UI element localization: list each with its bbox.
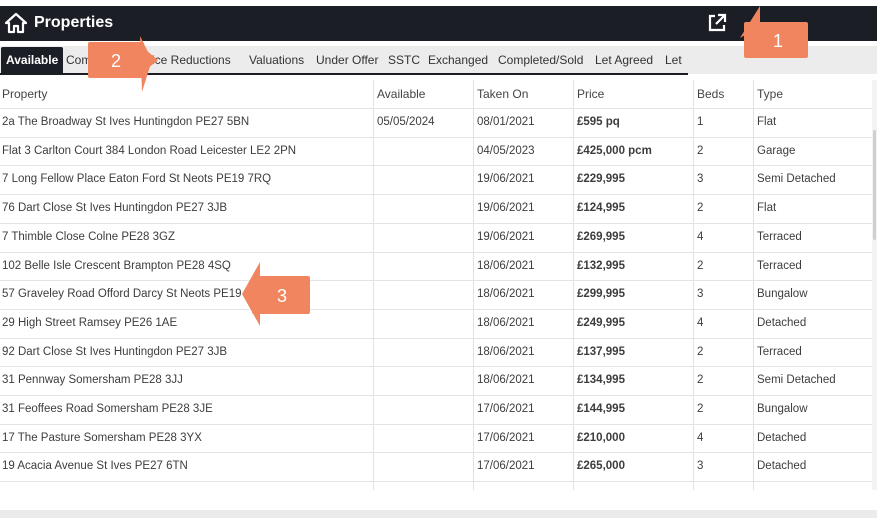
cell-property: 31 Pennway Somersham PE28 3JJ (2, 374, 183, 387)
cell-property: 2a The Broadway St Ives Huntingdon PE27 … (2, 116, 250, 128)
cell-price: £229,995 (577, 173, 625, 186)
tab-completed-sold[interactable]: Completed/Sold (498, 47, 583, 73)
column-header-available[interactable]: Available (377, 80, 425, 108)
cell-price: £132,995 (577, 259, 625, 272)
cell-price: £144,995 (577, 403, 625, 415)
cell-price: £299,995 (577, 288, 625, 301)
cell-beds: 4 (697, 316, 704, 329)
cell-beds: 3 (697, 288, 704, 301)
column-header-property[interactable]: Property (2, 80, 47, 108)
cell-type: Terraced (757, 230, 802, 243)
cell-price: £265,000 (577, 460, 625, 473)
cell-property: 29 High Street Ramsey PE26 1AE (2, 316, 178, 329)
column-divider (373, 80, 374, 490)
cell-type: Garage (757, 144, 796, 157)
tab-exchanged[interactable]: Exchanged (428, 47, 488, 73)
cell-type: Bungalow (757, 288, 808, 301)
cell-type: Detached (757, 316, 807, 329)
tab-under-offer[interactable]: Under Offer (316, 47, 378, 73)
tab-valuations[interactable]: Valuations (249, 47, 304, 73)
cell-taken-on: 19/06/2021 (477, 202, 535, 215)
footer-bar (0, 510, 877, 518)
cell-property: 92 Dart Close St Ives Huntingdon PE27 3J… (2, 345, 228, 358)
cell-price: £269,995 (577, 230, 625, 243)
tab-let[interactable]: Let (665, 47, 682, 73)
cell-beds: 2 (697, 144, 704, 157)
cell-type: Flat (757, 116, 777, 128)
callout-label: 1 (773, 31, 783, 51)
tab-let-agreed[interactable]: Let Agreed (595, 47, 653, 73)
column-header-taken-on[interactable]: Taken On (477, 80, 528, 108)
cell-taken-on: 18/06/2021 (477, 345, 535, 358)
cell-property: Flat 3 Carlton Court 384 London Road Lei… (2, 144, 297, 157)
cell-type: Detached (757, 460, 807, 473)
cell-beds: 2 (697, 403, 704, 415)
callout-label: 3 (277, 286, 287, 306)
cell-beds: 2 (697, 202, 704, 215)
cell-type: Semi Detached (757, 173, 836, 186)
cell-price: £124,995 (577, 202, 625, 215)
cell-property: 17 The Pasture Somersham PE28 3YX (2, 431, 202, 444)
tab-available[interactable]: Available (1, 47, 64, 73)
cell-property: 76 Dart Close St Ives Huntingdon PE27 3J… (2, 202, 228, 215)
cell-type: Terraced (757, 259, 802, 272)
callout-2: 2 (88, 36, 158, 92)
column-divider (573, 80, 574, 490)
cell-property: 57 Graveley Road Offord Darcy St Neots P… (2, 288, 252, 301)
cell-taken-on: 18/06/2021 (477, 288, 535, 301)
column-header-type[interactable]: Type (757, 80, 783, 108)
cell-price: £425,000 pcm (577, 144, 652, 157)
cell-beds: 2 (697, 374, 704, 387)
cell-taken-on: 17/06/2021 (477, 403, 535, 415)
cell-type: Detached (757, 431, 807, 444)
cell-taken-on: 17/06/2021 (477, 460, 535, 473)
cell-beds: 3 (697, 173, 704, 186)
cell-beds: 4 (697, 431, 704, 444)
cell-taken-on: 17/06/2021 (477, 431, 535, 444)
cell-taken-on: 08/01/2021 (477, 116, 535, 128)
column-header-price[interactable]: Price (577, 80, 604, 108)
cell-beds: 3 (697, 460, 704, 473)
tab-sstc[interactable]: SSTC (388, 47, 420, 73)
cell-price: £249,995 (577, 316, 625, 329)
cell-property: 19 Acacia Avenue St Ives PE27 6TN (2, 460, 188, 473)
cell-taken-on: 19/06/2021 (477, 230, 535, 243)
cell-price: £210,000 (577, 431, 625, 444)
cell-taken-on: 19/06/2021 (477, 173, 535, 186)
scrollbar-thumb[interactable] (873, 130, 876, 240)
external-link-icon[interactable] (706, 12, 728, 34)
callout-3: 3 (242, 262, 310, 326)
cell-type: Bungalow (757, 403, 808, 415)
cell-property: 7 Long Fellow Place Eaton Ford St Neots … (2, 173, 272, 186)
cell-property: 102 Belle Isle Crescent Brampton PE28 4S… (2, 259, 231, 272)
page-title: Properties (34, 14, 114, 31)
row-divider (0, 481, 872, 483)
cell-type: Terraced (757, 345, 802, 358)
cell-price: £137,995 (577, 345, 625, 358)
column-header-beds[interactable]: Beds (697, 80, 724, 108)
cell-beds: 2 (697, 345, 704, 358)
column-divider (753, 80, 754, 490)
cell-beds: 2 (697, 259, 704, 272)
cell-available: 05/05/2024 (377, 116, 435, 128)
callout-1: 1 (740, 6, 808, 58)
home-icon[interactable] (4, 12, 28, 34)
column-divider (693, 80, 694, 490)
cell-taken-on: 04/05/2023 (477, 144, 535, 157)
cell-type: Flat (757, 202, 777, 215)
cell-property: 7 Thimble Close Colne PE28 3GZ (2, 230, 176, 243)
column-divider (473, 80, 474, 490)
cell-taken-on: 18/06/2021 (477, 259, 535, 272)
cell-taken-on: 18/06/2021 (477, 374, 535, 387)
cell-beds: 1 (697, 116, 704, 128)
cell-type: Semi Detached (757, 374, 836, 387)
cell-price: £595 pq (577, 116, 620, 128)
callout-label: 2 (111, 51, 121, 71)
cell-beds: 4 (697, 230, 704, 243)
cell-taken-on: 18/06/2021 (477, 316, 535, 329)
cell-price: £134,995 (577, 374, 625, 387)
cell-property: 31 Feoffees Road Somersham PE28 3JE (2, 403, 213, 415)
